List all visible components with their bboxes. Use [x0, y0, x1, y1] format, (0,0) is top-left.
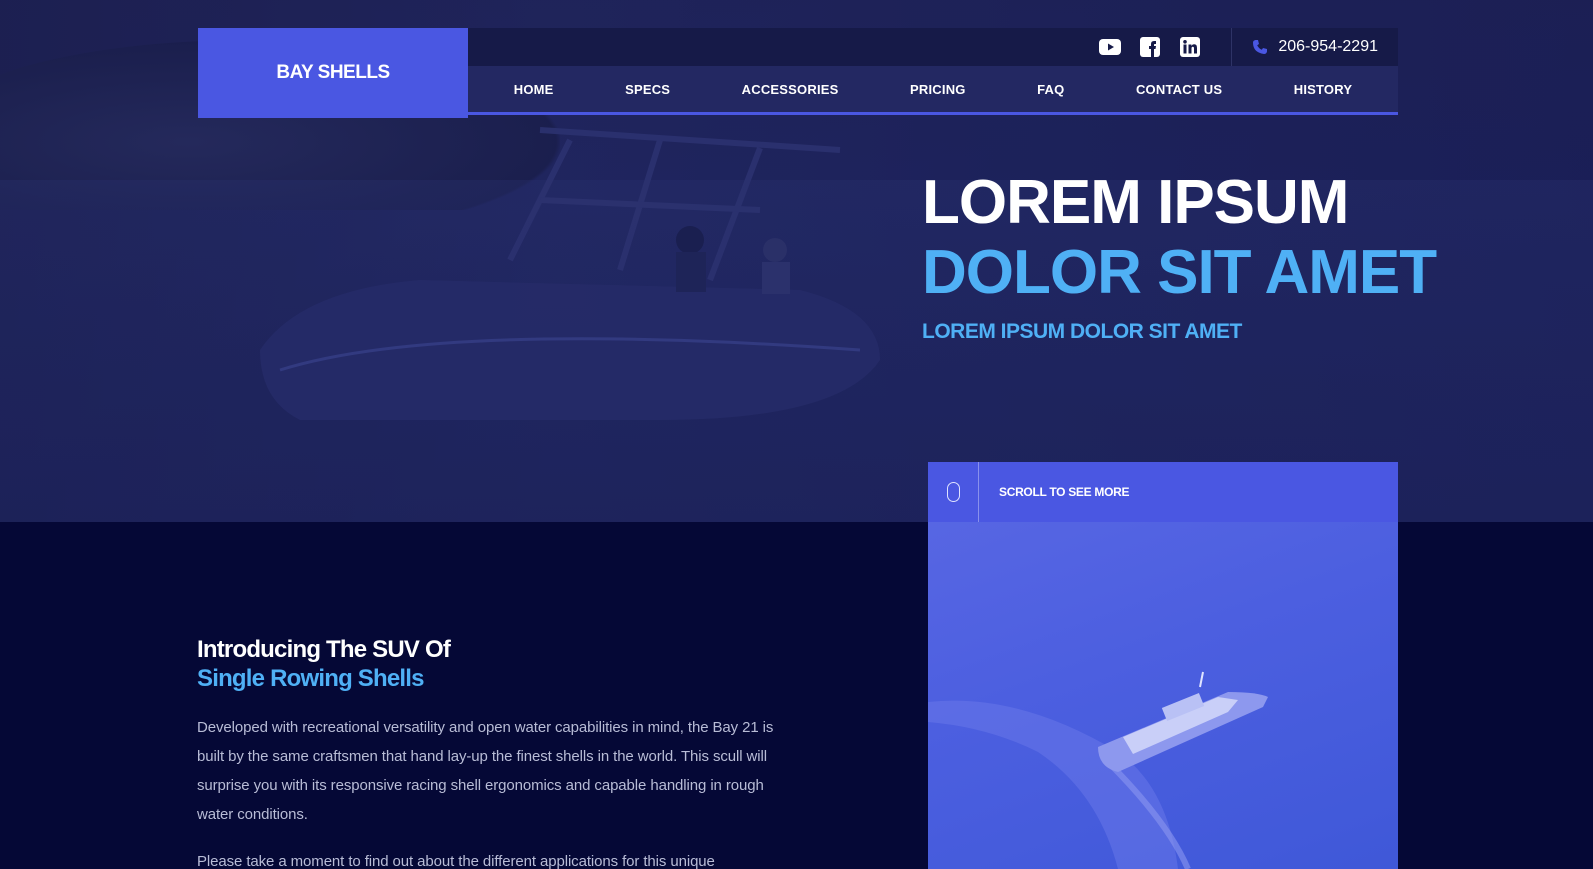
- youtube-icon[interactable]: [1099, 36, 1122, 58]
- phone-link[interactable]: 206-954-2291: [1232, 38, 1398, 56]
- scroll-label: SCROLL TO SEE MORE: [999, 485, 1130, 499]
- phone-number: 206-954-2291: [1278, 38, 1378, 55]
- nav-specs[interactable]: SPECS: [625, 82, 670, 97]
- social-links: [1099, 36, 1201, 58]
- boat-image: [260, 127, 880, 420]
- nav-accessories[interactable]: ACCESSORIES: [742, 82, 839, 97]
- nav-home[interactable]: HOME: [514, 82, 554, 97]
- hero-subtitle: LOREM IPSUM DOLOR SIT AMET: [922, 320, 1242, 343]
- linkedin-icon[interactable]: [1179, 36, 1201, 58]
- nav-pricing[interactable]: PRICING: [910, 82, 966, 97]
- brand-name: BAY SHELLS: [276, 62, 390, 83]
- nav-contact-us[interactable]: CONTACT US: [1136, 82, 1222, 97]
- hero-title-line2: DOLOR SIT AMET: [922, 238, 1437, 307]
- yacht-photo: [928, 522, 1398, 869]
- hero-heading: LOREM IPSUM DOLOR SIT AMET LOREM IPSUM D…: [922, 168, 1437, 344]
- hero-title-line1: LOREM IPSUM: [922, 168, 1349, 237]
- mouse-icon-cell: [928, 462, 979, 522]
- intro-heading-line1: Introducing The SUV Of: [197, 636, 451, 663]
- main-navigation: HOME SPECS ACCESSORIES PRICING FAQ CONTA…: [468, 66, 1398, 115]
- nav-history[interactable]: HISTORY: [1294, 82, 1352, 97]
- yacht-image: [928, 671, 1268, 869]
- facebook-icon[interactable]: [1139, 36, 1161, 58]
- intro-paragraph-2: Please take a moment to find out about t…: [197, 853, 715, 869]
- intro-heading: Introducing The SUV Of Single Rowing She…: [197, 635, 777, 693]
- brand-logo[interactable]: BAY SHELLS: [198, 28, 468, 118]
- intro-section: Introducing The SUV Of Single Rowing She…: [197, 635, 777, 869]
- phone-icon: [1253, 40, 1268, 54]
- intro-paragraph: Developed with recreational versatility …: [197, 719, 774, 823]
- intro-heading-line2: Single Rowing Shells: [197, 665, 425, 692]
- mouse-icon: [946, 482, 960, 502]
- nav-faq[interactable]: FAQ: [1037, 82, 1064, 97]
- scroll-prompt[interactable]: SCROLL TO SEE MORE: [928, 462, 1398, 522]
- top-bar: 206-954-2291: [468, 28, 1398, 66]
